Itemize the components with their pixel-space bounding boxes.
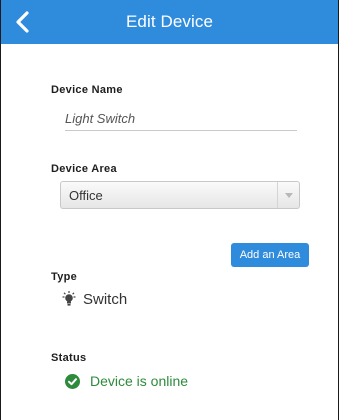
device-area-selected-value: Office — [69, 187, 103, 203]
page-title: Edit Device — [125, 12, 214, 31]
dropdown-arrow-icon — [277, 182, 299, 208]
back-button[interactable] — [9, 6, 37, 38]
status-value: Device is online — [90, 373, 189, 389]
device-area-select[interactable]: Office — [60, 181, 300, 209]
device-status: Device is online — [65, 371, 188, 391]
add-area-button[interactable]: Add an Area — [231, 243, 309, 267]
device-name-label: Device Name — [51, 84, 123, 96]
edit-device-screen: Edit Device Device Name Device Area Offi… — [0, 0, 339, 420]
device-area-label: Device Area — [51, 163, 117, 175]
device-type: Switch — [61, 289, 127, 309]
chevron-left-icon — [16, 11, 29, 33]
lightbulb-icon — [61, 290, 77, 308]
type-label: Type — [51, 271, 78, 283]
device-name-input[interactable] — [65, 106, 297, 130]
status-label: Status — [51, 352, 87, 364]
check-circle-icon — [65, 373, 80, 389]
device-name-underline — [65, 130, 297, 131]
type-value: Switch — [83, 290, 128, 308]
app-header: Edit Device — [1, 0, 338, 44]
